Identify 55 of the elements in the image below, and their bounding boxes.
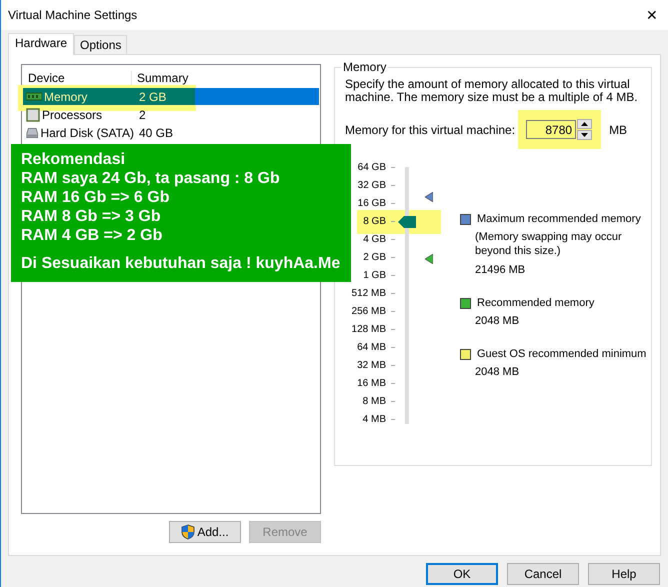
close-icon[interactable]: ✕ (644, 7, 660, 23)
window-title: Virtual Machine Settings (8, 8, 138, 22)
memory-icon (26, 92, 42, 102)
slider-thumb[interactable] (398, 216, 416, 228)
field-label: Memory for this virtual machine: (345, 122, 516, 136)
scale-label: 32 MB (357, 360, 386, 370)
ok-button[interactable]: OK (426, 563, 498, 585)
device-summary: 40 GB (138, 126, 174, 140)
spinner[interactable] (577, 119, 592, 140)
tab[interactable]: Hardware (8, 33, 74, 55)
device-name: Processors (42, 108, 102, 122)
note-line: RAM saya 24 Gb, ta pasang : 8 Gb (21, 169, 281, 188)
scale-label: 4 GB (363, 234, 386, 244)
device-name: Memory (44, 90, 88, 104)
column-header[interactable]: Summary (132, 71, 188, 85)
scale-label: 128 MB (352, 324, 386, 334)
note-line: RAM 16 Gb => 6 Gb (21, 188, 170, 207)
scale-label: 1 GB (363, 270, 386, 280)
scale-label: 2 GB (363, 252, 386, 262)
scale-label: 16 GB (358, 198, 386, 208)
group-title: Memory (341, 60, 388, 74)
scale-label: 512 MB (352, 288, 386, 298)
help-button[interactable]: Help (588, 563, 660, 585)
note-line: RAM 4 GB => 2 Gb (21, 226, 164, 245)
scale-label: 32 GB (358, 180, 386, 190)
scale-label: 4 MB (362, 414, 386, 424)
legend-label: Maximum recommended memory (477, 213, 641, 225)
cancel-button[interactable]: Cancel (507, 563, 579, 585)
legend-value: 2048 MB (475, 314, 520, 328)
add-button[interactable]: Add... (169, 521, 241, 543)
legend-label: Recommended memory (477, 297, 594, 309)
unit-label: MB (609, 122, 628, 136)
scale-label: 64 GB (358, 162, 386, 172)
scale-label: 8 MB (362, 396, 386, 406)
device-name: Hard Disk (SATA) (40, 126, 134, 140)
note-line: Rekomendasi (21, 150, 126, 169)
note-line: Di Sesuaikan kebutuhan saja ! kuyhAa.Me (21, 254, 341, 273)
note-line: RAM 8 Gb => 3 Gb (21, 207, 162, 226)
device-summary: 2 GB (138, 90, 166, 104)
device-row[interactable]: Memory 2 GB (23, 88, 319, 105)
scale-label: 64 MB (357, 342, 386, 352)
device-row[interactable]: Hard Disk (SATA) 40 GB (23, 124, 319, 141)
device-row[interactable]: Processors 2 (23, 106, 319, 123)
scale-label: 8 GB (363, 216, 386, 226)
scale-label: 256 MB (352, 306, 386, 316)
legend-value: 21496 MB (475, 263, 526, 277)
memory-input[interactable]: 8780 (526, 120, 576, 139)
tab[interactable]: Options (74, 35, 128, 54)
description-text: Specify the amount of memory allocated to this virtual machine. The memory size must be a multiple of 4 MB. (345, 78, 639, 104)
processor-icon (26, 108, 40, 122)
legend-note: (Memory swapping may occur beyond this size.) (475, 230, 623, 258)
device-summary: 2 (138, 108, 146, 122)
scale-label: 16 MB (357, 378, 386, 388)
legend-label: Guest OS recommended minimum (477, 348, 646, 360)
legend-value: 2048 MB (475, 365, 520, 379)
